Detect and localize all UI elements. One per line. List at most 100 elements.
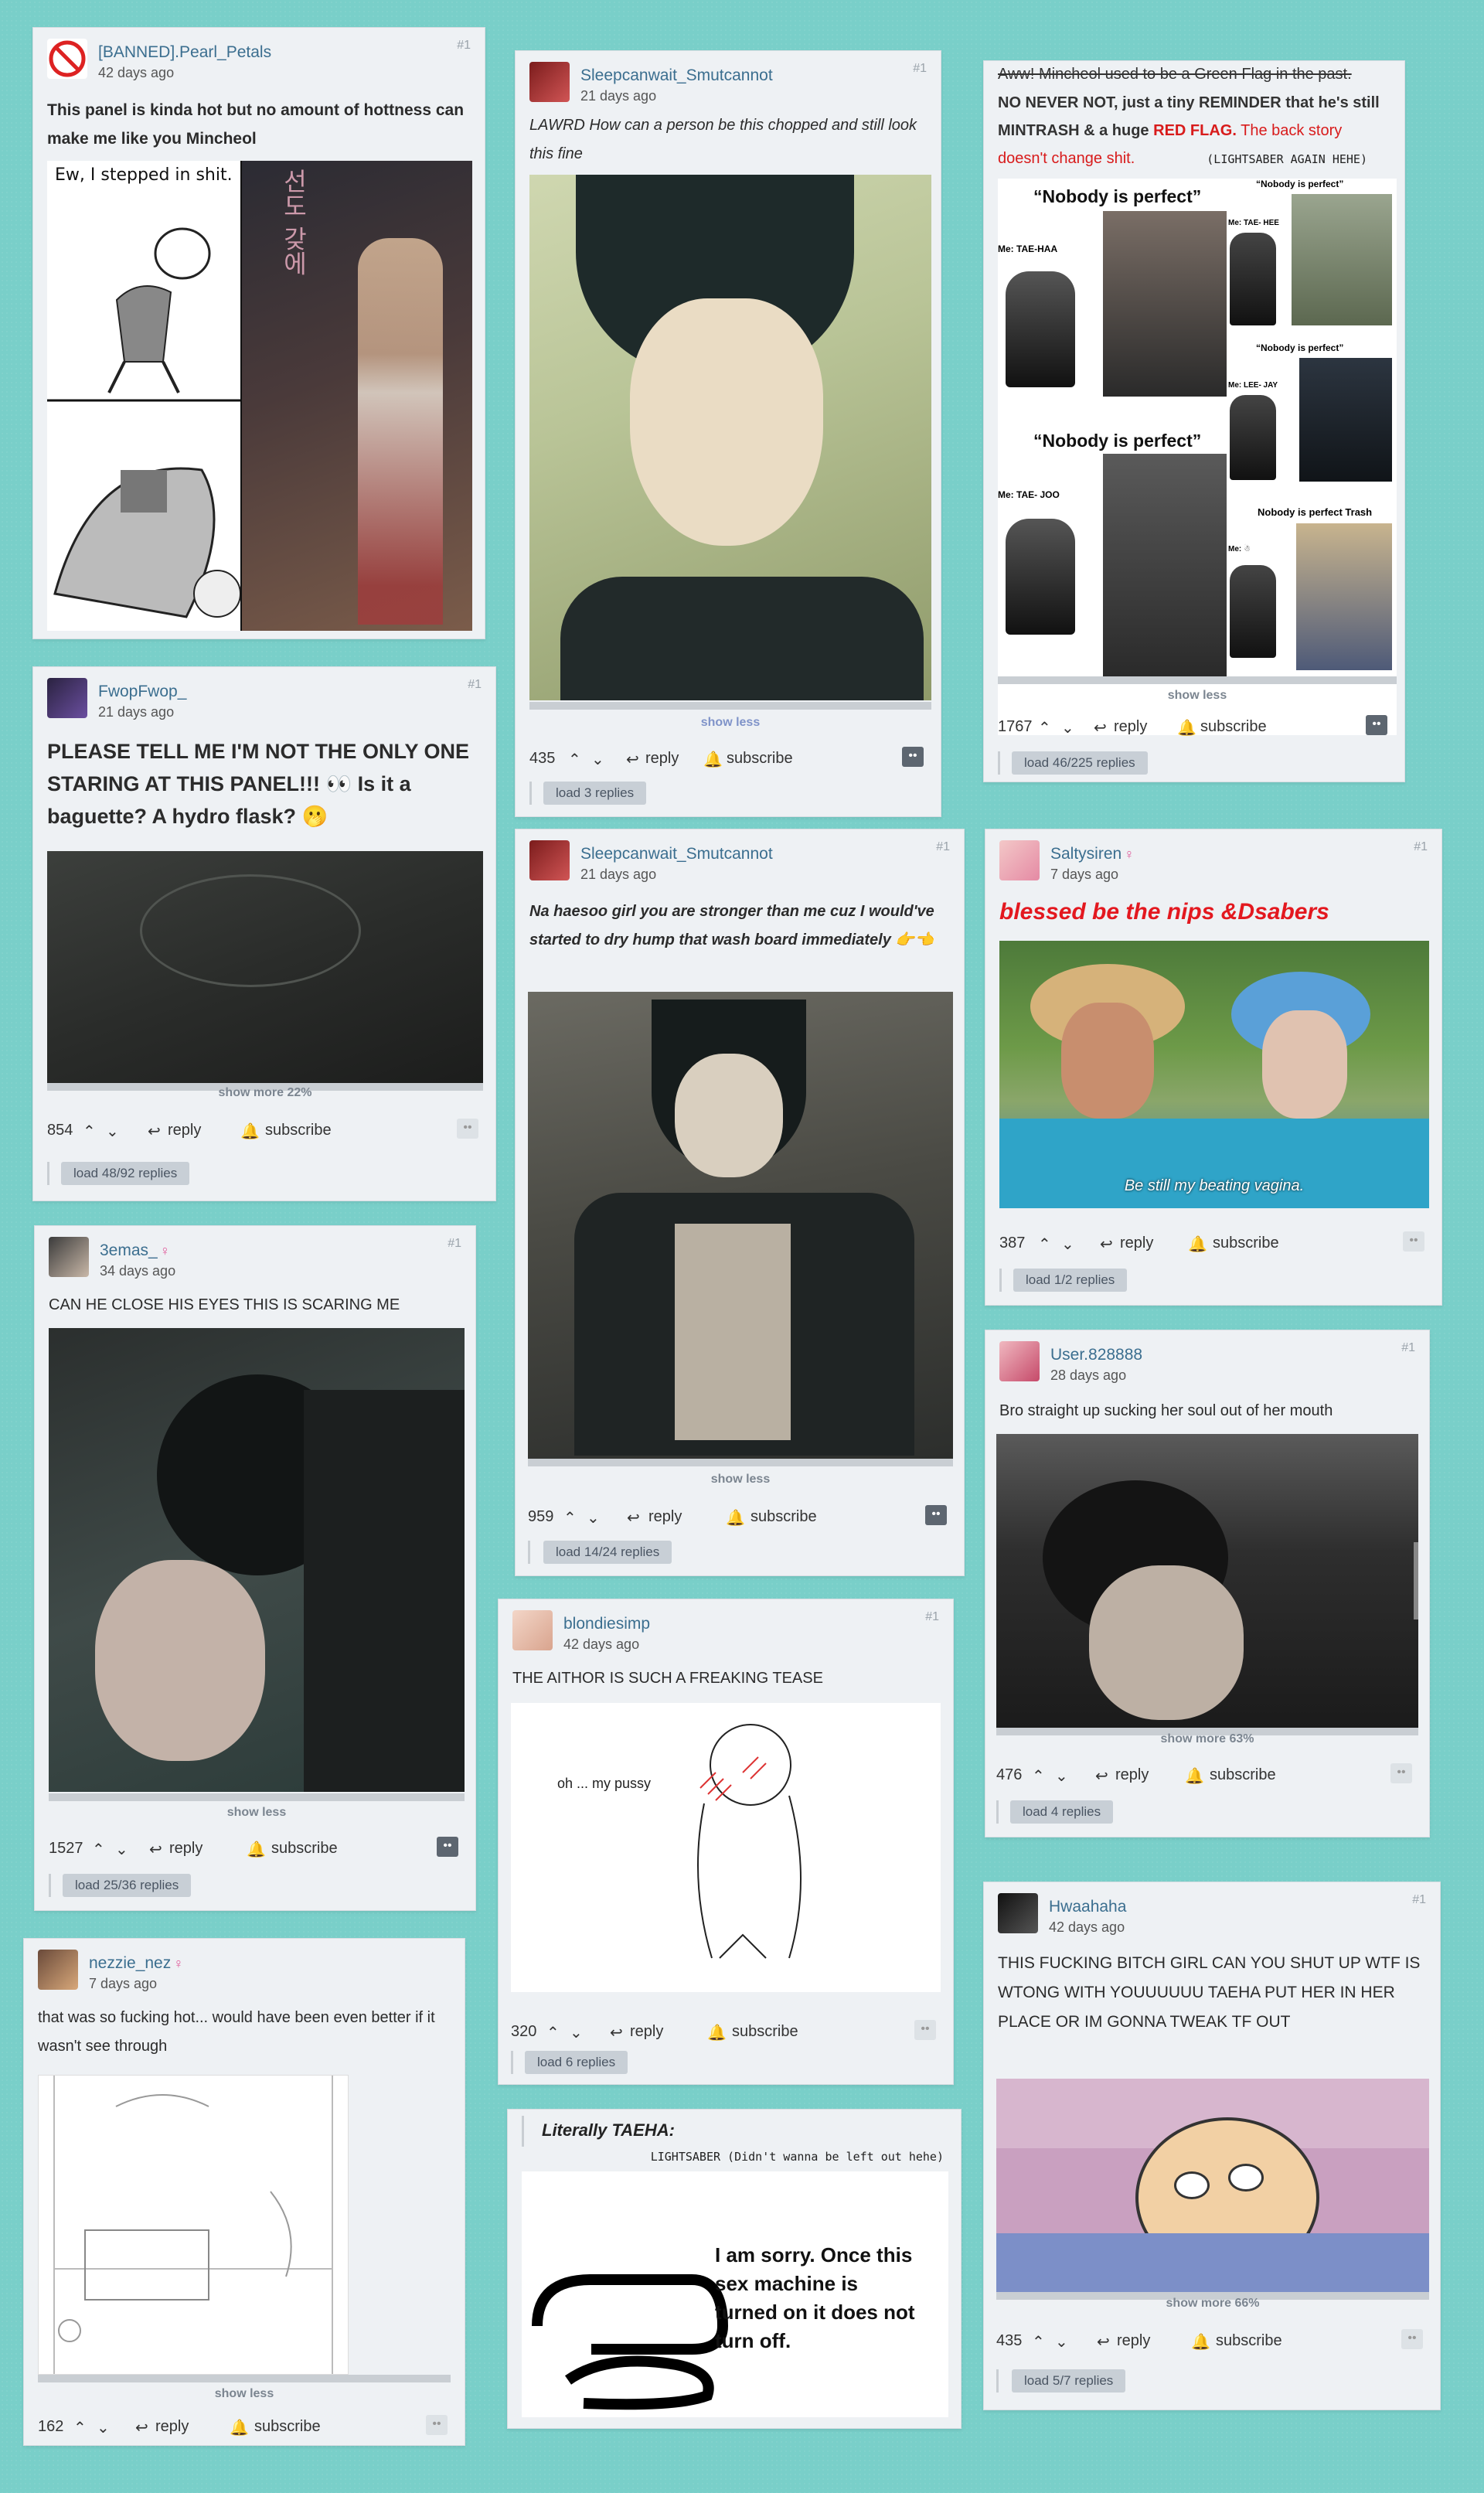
upvote-icon[interactable]: ⌃	[1038, 718, 1051, 737]
comment-image[interactable]	[529, 175, 931, 700]
load-replies-button[interactable]: load 1/2 replies	[1013, 1269, 1128, 1292]
load-replies-button[interactable]: load 25/36 replies	[63, 1874, 192, 1897]
avatar[interactable]	[38, 1950, 78, 1990]
more-options-button[interactable]: ••	[437, 1837, 458, 1857]
image-expand-bar[interactable]	[528, 1459, 953, 1466]
reply-button[interactable]: reply	[1115, 1766, 1149, 1784]
more-options-button[interactable]: ••	[457, 1119, 478, 1139]
avatar[interactable]	[998, 1893, 1038, 1933]
more-options-button[interactable]: ••	[902, 747, 924, 767]
show-less-link[interactable]: show less	[38, 2387, 451, 2401]
subscribe-button[interactable]: subscribe	[265, 1122, 332, 1139]
username[interactable]: blondiesimp	[563, 1615, 650, 1633]
avatar[interactable]	[529, 62, 570, 102]
comment-image[interactable]	[528, 992, 953, 1459]
bell-icon[interactable]: 🔔	[230, 2418, 249, 2437]
show-less-link[interactable]: show less	[528, 1473, 953, 1487]
upvote-icon[interactable]: ⌃	[73, 2418, 87, 2437]
more-options-button[interactable]: ••	[914, 2020, 936, 2040]
show-more-link[interactable]: show more 22%	[47, 1086, 483, 1100]
bell-icon[interactable]: 🔔	[1177, 718, 1196, 737]
username[interactable]: User.828888	[1050, 1346, 1142, 1364]
username[interactable]: Sleepcanwait_Smutcannot	[580, 66, 773, 85]
show-more-link[interactable]: show more 66%	[996, 2297, 1429, 2311]
avatar[interactable]	[49, 1237, 89, 1277]
upvote-icon[interactable]: ⌃	[563, 1508, 577, 1527]
show-less-link[interactable]: show less	[998, 689, 1397, 703]
reply-button[interactable]: reply	[169, 1840, 203, 1858]
upvote-icon[interactable]: ⌃	[1032, 1766, 1045, 1786]
load-replies-button[interactable]: load 14/24 replies	[543, 1541, 672, 1564]
image-expand-bar[interactable]	[529, 702, 931, 710]
downvote-icon[interactable]: ⌄	[115, 1840, 128, 1859]
avatar[interactable]	[999, 840, 1040, 880]
avatar[interactable]	[529, 840, 570, 880]
downvote-icon[interactable]: ⌄	[1055, 1766, 1068, 1786]
upvote-icon[interactable]: ⌃	[1038, 1235, 1051, 1254]
comment-image[interactable]: Ew, I stepped in shit. 선도 갖에	[47, 161, 472, 631]
bell-icon[interactable]: 🔔	[1185, 1766, 1204, 1786]
image-expand-bar[interactable]	[998, 676, 1397, 684]
reply-icon[interactable]: ↩	[627, 1508, 640, 1527]
load-replies-button[interactable]: load 46/225 replies	[1012, 751, 1148, 775]
upvote-icon[interactable]: ⌃	[568, 750, 581, 769]
load-replies-button[interactable]: load 4 replies	[1010, 1800, 1114, 1824]
load-replies-button[interactable]: load 5/7 replies	[1012, 2369, 1126, 2393]
reply-icon[interactable]: ↩	[626, 750, 639, 769]
reply-icon[interactable]: ↩	[1097, 2332, 1110, 2352]
reply-button[interactable]: reply	[168, 1122, 201, 1139]
username[interactable]: [BANNED].Pearl_Petals	[98, 43, 271, 62]
reply-button[interactable]: reply	[1117, 2332, 1150, 2350]
comment-image[interactable]: oh ... my pussy	[511, 1703, 941, 1992]
banned-avatar[interactable]	[47, 39, 87, 79]
reply-button[interactable]: reply	[155, 2418, 189, 2436]
upvote-icon[interactable]: ⌃	[546, 2023, 560, 2042]
downvote-icon[interactable]: ⌄	[591, 750, 604, 769]
username[interactable]: Sleepcanwait_Smutcannot	[580, 845, 773, 863]
show-less-link[interactable]: show less	[529, 716, 931, 730]
avatar[interactable]	[999, 1341, 1040, 1381]
bell-icon[interactable]: 🔔	[707, 2023, 727, 2042]
username[interactable]: Hwaahaha	[1049, 1898, 1126, 1916]
comment-image[interactable]: Be still my beating vagina.	[999, 941, 1429, 1208]
meme-image[interactable]: “Nobody is perfect” Me: TAE-HAA Me: TAE-…	[998, 179, 1397, 735]
bell-icon[interactable]: 🔔	[1191, 2332, 1210, 2352]
bell-icon[interactable]: 🔔	[726, 1508, 745, 1527]
image-expand-bar[interactable]	[38, 2375, 451, 2382]
more-options-button[interactable]: ••	[426, 2415, 448, 2435]
subscribe-button[interactable]: subscribe	[254, 2418, 321, 2436]
more-options-button[interactable]: ••	[925, 1505, 947, 1525]
reply-button[interactable]: reply	[630, 2023, 663, 2041]
bell-icon[interactable]: 🔔	[1188, 1235, 1207, 1254]
reply-icon[interactable]: ↩	[149, 1840, 162, 1859]
load-replies-button[interactable]: load 6 replies	[525, 2051, 628, 2074]
bell-icon[interactable]: 🔔	[240, 1122, 260, 1141]
downvote-icon[interactable]: ⌄	[1061, 1235, 1074, 1254]
subscribe-button[interactable]: subscribe	[1213, 1235, 1279, 1252]
subscribe-button[interactable]: subscribe	[751, 1508, 817, 1526]
subscribe-button[interactable]: subscribe	[1210, 1766, 1276, 1784]
show-less-link[interactable]: show less	[49, 1806, 465, 1820]
avatar[interactable]	[512, 1610, 553, 1650]
downvote-icon[interactable]: ⌄	[97, 2418, 110, 2437]
reply-button[interactable]: reply	[645, 750, 679, 768]
subscribe-button[interactable]: subscribe	[1216, 2332, 1282, 2350]
subscribe-button[interactable]: subscribe	[732, 2023, 798, 2041]
more-options-button[interactable]: ••	[1366, 715, 1387, 735]
show-more-link[interactable]: show more 63%	[996, 1732, 1418, 1746]
comment-image[interactable]	[996, 1434, 1418, 1728]
reply-icon[interactable]: ↩	[1095, 1766, 1108, 1786]
meme-image[interactable]: I am sorry. Once this sex machine is tur…	[522, 2171, 948, 2417]
load-replies-button[interactable]: load 48/92 replies	[61, 1162, 190, 1185]
reply-button[interactable]: reply	[1114, 718, 1147, 736]
reply-button[interactable]: reply	[648, 1508, 682, 1526]
reply-icon[interactable]: ↩	[610, 2023, 623, 2042]
subscribe-button[interactable]: subscribe	[727, 750, 793, 768]
reply-icon[interactable]: ↩	[148, 1122, 161, 1141]
reply-button[interactable]: reply	[1120, 1235, 1153, 1252]
downvote-icon[interactable]: ⌄	[570, 2023, 583, 2042]
reply-icon[interactable]: ↩	[135, 2418, 148, 2437]
subscribe-button[interactable]: subscribe	[271, 1840, 338, 1858]
downvote-icon[interactable]: ⌄	[106, 1122, 119, 1141]
more-options-button[interactable]: ••	[1403, 1231, 1424, 1252]
